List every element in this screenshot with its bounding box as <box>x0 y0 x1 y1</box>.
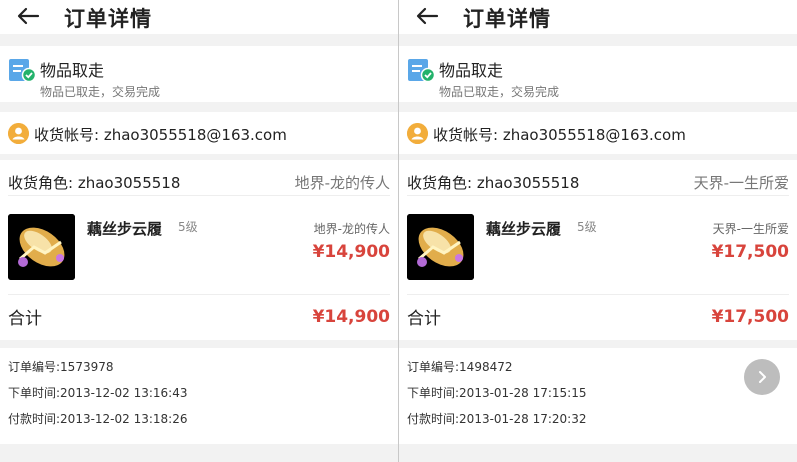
receipt-check-icon <box>408 59 435 83</box>
app-header: 订单详情 <box>0 0 398 34</box>
receipt-check-icon <box>9 59 36 83</box>
order-time: 下单时间:2013-12-02 13:16:43 <box>8 386 188 400</box>
item-thumbnail <box>407 214 474 280</box>
role-label: 收货角色: <box>407 174 473 192</box>
item-price: ¥14,900 <box>312 242 390 262</box>
item-level: 5级 <box>178 220 198 234</box>
total-label: 合计 <box>407 309 441 329</box>
total-row: 合计 ¥14,900 <box>8 294 390 338</box>
app-header: 订单详情 <box>399 0 797 34</box>
account-label: 收货帐号: <box>433 126 499 144</box>
total-value: ¥17,500 <box>711 306 789 327</box>
order-info-section: 订单编号:1498472 下单时间:2013-01-28 17:15:15 付款… <box>399 348 797 444</box>
back-arrow-icon[interactable] <box>16 6 40 26</box>
item-name: 藕丝步云履 <box>486 220 562 238</box>
receiver-role-row: 收货角色: zhao3055518 地界-龙的传人 <box>8 170 390 196</box>
user-avatar-icon <box>8 123 29 144</box>
page-title: 订单详情 <box>463 7 551 31</box>
receiver-account-row: 收货帐号: zhao3055518@163.com <box>0 112 398 154</box>
role-value: zhao3055518 <box>476 174 580 192</box>
back-arrow-icon[interactable] <box>415 6 439 26</box>
item-level: 5级 <box>577 220 597 234</box>
order-time: 下单时间:2013-01-28 17:15:15 <box>407 386 587 400</box>
receiver-role-row: 收货角色: zhao3055518 天界-一生所爱 <box>407 170 789 196</box>
item-price: ¥17,500 <box>711 242 789 262</box>
status-title: 物品取走 <box>40 61 105 80</box>
total-value: ¥14,900 <box>312 306 390 327</box>
role-server: 地界-龙的传人 <box>294 174 390 192</box>
role-text: 收货角色: zhao3055518 <box>8 172 180 193</box>
role-server: 天界-一生所爱 <box>693 174 789 192</box>
item-server: 地界-龙的传人 <box>313 222 390 236</box>
payment-time: 付款时间:2013-12-02 13:18:26 <box>8 412 188 426</box>
account-value: zhao3055518@163.com <box>502 126 686 144</box>
item-thumbnail <box>8 214 75 280</box>
order-status-card: 物品取走 物品已取走，交易完成 <box>0 46 398 102</box>
order-item-card: 收货角色: zhao3055518 地界-龙的传人 藕丝步云履 5级 地界-龙的… <box>0 160 398 340</box>
total-row: 合计 ¥17,500 <box>407 294 789 338</box>
order-detail-panel-1: 订单详情 物品取走 物品已取走，交易完成 收货帐号: zhao3055518@1… <box>0 0 398 462</box>
receiver-account-row: 收货帐号: zhao3055518@163.com <box>399 112 797 154</box>
two-order-screens: 订单详情 物品取走 物品已取走，交易完成 收货帐号: zhao3055518@1… <box>0 0 797 462</box>
next-button[interactable] <box>744 359 780 395</box>
page-title: 订单详情 <box>64 7 152 31</box>
status-subtitle: 物品已取走，交易完成 <box>439 85 560 99</box>
role-text: 收货角色: zhao3055518 <box>407 172 579 193</box>
payment-time: 付款时间:2013-01-28 17:20:32 <box>407 412 587 426</box>
account-text: 收货帐号: zhao3055518@163.com <box>34 124 287 145</box>
order-item-card: 收货角色: zhao3055518 天界-一生所爱 藕丝步云履 5级 天界-一生… <box>399 160 797 340</box>
order-number: 订单编号:1573978 <box>8 360 114 374</box>
account-label: 收货帐号: <box>34 126 100 144</box>
account-text: 收货帐号: zhao3055518@163.com <box>433 124 686 145</box>
role-value: zhao3055518 <box>77 174 181 192</box>
order-number: 订单编号:1498472 <box>407 360 513 374</box>
chevron-right-icon <box>759 371 766 383</box>
order-status-card: 物品取走 物品已取走，交易完成 <box>399 46 797 102</box>
status-title: 物品取走 <box>439 61 504 80</box>
item-name: 藕丝步云履 <box>87 220 163 238</box>
item-row[interactable]: 藕丝步云履 5级 天界-一生所爱 ¥17,500 <box>399 210 797 286</box>
total-label: 合计 <box>8 309 42 329</box>
role-label: 收货角色: <box>8 174 74 192</box>
order-info-section: 订单编号:1573978 下单时间:2013-12-02 13:16:43 付款… <box>0 348 398 444</box>
order-detail-panel-2: 订单详情 物品取走 物品已取走，交易完成 收货帐号: zhao3055518@1… <box>399 0 797 462</box>
item-row[interactable]: 藕丝步云履 5级 地界-龙的传人 ¥14,900 <box>0 210 398 286</box>
account-value: zhao3055518@163.com <box>103 126 287 144</box>
status-subtitle: 物品已取走，交易完成 <box>40 85 161 99</box>
item-server: 天界-一生所爱 <box>712 222 789 236</box>
user-avatar-icon <box>407 123 428 144</box>
